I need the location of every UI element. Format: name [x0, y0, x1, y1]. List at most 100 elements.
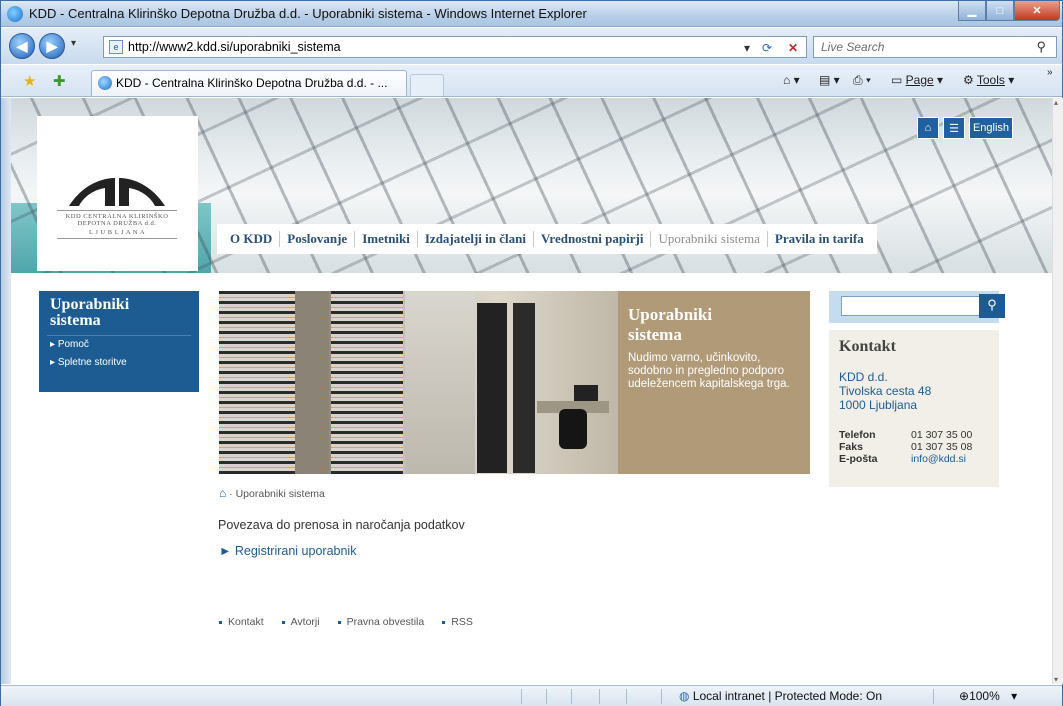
- scroll-down-icon[interactable]: ▾: [1054, 675, 1058, 684]
- breadcrumb-current: Uporabniki sistema: [235, 488, 325, 500]
- forward-button[interactable]: ▶: [39, 33, 65, 59]
- vertical-scrollbar[interactable]: ▴ ▾: [1052, 98, 1063, 684]
- english-link[interactable]: English: [969, 117, 1013, 139]
- hero-monitor: [574, 385, 598, 401]
- browser-tab[interactable]: KDD - Centralna Klirinško Depotna Družba…: [91, 70, 407, 96]
- hero-image: [219, 291, 618, 474]
- zoom-level: 100%: [969, 689, 1000, 703]
- menu-uporabniki-sistema[interactable]: Uporabniki sistema: [651, 231, 768, 247]
- back-button[interactable]: ◀: [9, 33, 35, 59]
- footer-link-avtorji[interactable]: Avtorji: [281, 616, 320, 628]
- section-sidebar: Uporabniki sistema ▸ Pomoč ▸ Spletne stor…: [39, 291, 199, 392]
- hero-rack: [331, 291, 403, 474]
- kontakt-email-link[interactable]: info@kdd.si: [911, 453, 966, 465]
- address-field[interactable]: e http://www2.kdd.si/uporabniki_sistema …: [103, 36, 807, 58]
- header-banner: KDD CENTRALNA KLIRINŠKO DEPOTNA DRUŽBA d…: [11, 98, 1052, 273]
- hero-title-line2: sistema: [628, 325, 682, 344]
- home-icon[interactable]: ⌂: [219, 486, 226, 500]
- hero-title-line1: Uporabniki: [628, 305, 713, 324]
- hero-text: Nudimo varno, učinkovito, sodobno in pre…: [628, 352, 790, 390]
- favorites-star-icon[interactable]: ★: [23, 72, 36, 90]
- title-bar: KDD - Centralna Klirinško Depotna Družba…: [1, 1, 1062, 27]
- security-zone[interactable]: ◍ Local intranet | Protected Mode: On: [679, 689, 882, 703]
- minimize-button[interactable]: ▁: [958, 1, 986, 21]
- print-icon[interactable]: ⎙ ▾: [853, 73, 871, 88]
- footer-link-label: RSS: [451, 616, 473, 628]
- menu-poslovanje[interactable]: Poslovanje: [280, 231, 356, 247]
- logo-text-line2: DEPOTNA DRUŽBA d.d.: [77, 220, 157, 227]
- logo-mark-icon: [69, 178, 165, 206]
- home-icon[interactable]: ⌂: [917, 117, 939, 139]
- footer-link-pravna-obvestila[interactable]: Pravna obvestila: [337, 616, 425, 628]
- kontakt-fax: 01 307 35 08: [911, 441, 973, 453]
- kontakt-box: Kontakt KDD d.d. Tivolska cesta 48 1000 …: [829, 330, 999, 487]
- new-tab-button[interactable]: [410, 74, 444, 96]
- sidebar-item-pomoc[interactable]: ▸ Pomoč: [50, 339, 89, 350]
- registered-user-link[interactable]: ► Registrirani uporabnik: [219, 544, 356, 558]
- sidebar-title-line1: Uporabniki: [50, 296, 130, 313]
- kontakt-address-line: 1000 Ljubljana: [839, 398, 918, 412]
- kontakt-address-line: KDD d.d.: [839, 370, 888, 384]
- kontakt-fax-row: Faks 01 307 35 08: [839, 441, 972, 453]
- status-divider: [933, 689, 934, 704]
- search-icon[interactable]: ⚲: [1036, 39, 1046, 55]
- maximize-button[interactable]: □: [986, 1, 1014, 21]
- address-dropdown-icon[interactable]: ▾: [744, 41, 750, 55]
- scroll-up-icon[interactable]: ▴: [1054, 98, 1058, 107]
- kontakt-address: KDD d.d. Tivolska cesta 48 1000 Ljubljan…: [839, 370, 931, 412]
- stop-icon[interactable]: ✕: [788, 41, 798, 55]
- footer-link-label: Pravna obvestila: [346, 616, 425, 628]
- menu-imetniki[interactable]: Imetniki: [355, 231, 418, 247]
- address-bar: ◀ ▶ ▾ e http://www2.kdd.si/uporabniki_si…: [1, 28, 1062, 64]
- kdd-logo[interactable]: KDD CENTRALNA KLIRINŠKO DEPOTNA DRUŽBA d…: [37, 116, 198, 271]
- hero-title: Uporabniki sistema: [628, 305, 712, 345]
- status-divider: [599, 689, 600, 704]
- header-tools: ⌂ ☰ English: [917, 117, 1013, 139]
- main-menu: O KDD Poslovanje Imetniki Izdajatelji in…: [217, 224, 877, 254]
- hero-chair: [559, 409, 587, 449]
- hero-rack-gap: [295, 291, 329, 474]
- chevron-more-icon[interactable]: »: [1047, 67, 1053, 78]
- page-menu-label: Page: [905, 73, 934, 87]
- search-icon: ⚲: [987, 297, 997, 312]
- zoom-control[interactable]: ⊕100% ▾: [959, 689, 1017, 703]
- registered-user-label: Registrirani uporabnik: [234, 544, 357, 558]
- footer-link-kontakt[interactable]: Kontakt: [219, 616, 264, 628]
- hero-blurb: Uporabniki sistema Nudimo varno, učinkovi…: [618, 291, 810, 474]
- feeds-icon[interactable]: ▤ ▾: [819, 73, 840, 87]
- status-divider: [571, 689, 572, 704]
- menu-izdajatelji[interactable]: Izdajatelji in člani: [418, 231, 534, 247]
- menu-pravila-in-tarifa[interactable]: Pravila in tarifa: [768, 231, 871, 247]
- menu-o-kdd[interactable]: O KDD: [223, 231, 281, 247]
- status-divider: [546, 689, 547, 704]
- hero-cabinet: [405, 291, 475, 474]
- sidebar-item-spletne-storitve[interactable]: ▸ Spletne storitve: [50, 357, 127, 368]
- kontakt-email-row: E-pošta info@kdd.si: [839, 453, 966, 465]
- window-controls: ▁ □ ✕: [958, 1, 1060, 21]
- chevron-down-icon: ▾: [1011, 689, 1018, 703]
- add-favorites-icon[interactable]: ✚: [53, 72, 66, 90]
- status-divider: [521, 689, 522, 704]
- sidebar-divider: [47, 335, 191, 336]
- window-title: KDD - Centralna Klirinško Depotna Družba…: [29, 6, 587, 21]
- logo-text-line3: L J U B L J A N A: [57, 229, 177, 239]
- kontakt-fax-label: Faks: [839, 441, 863, 453]
- home-icon[interactable]: ⌂ ▾: [783, 73, 800, 87]
- breadcrumb: ⌂ · Uporabniki sistema: [219, 486, 325, 500]
- site-search-input[interactable]: [841, 296, 985, 316]
- page-menu[interactable]: ▭ Page ▾: [891, 73, 943, 87]
- refresh-icon[interactable]: ⟳: [762, 41, 772, 55]
- tools-menu[interactable]: ⚙ Tools ▾: [963, 73, 1014, 87]
- kontakt-phone-row: Telefon 01 307 35 00: [839, 429, 972, 441]
- page-viewport: KDD CENTRALNA KLIRINŠKO DEPOTNA DRUŽBA d…: [11, 98, 1052, 684]
- recent-pages-dropdown-icon[interactable]: ▾: [71, 38, 76, 49]
- close-button[interactable]: ✕: [1014, 1, 1060, 21]
- kontakt-phone-label: Telefon: [839, 429, 876, 441]
- footer-link-rss[interactable]: RSS: [442, 616, 473, 628]
- sitemap-icon[interactable]: ☰: [943, 117, 965, 139]
- site-search-button[interactable]: ⚲: [979, 294, 1005, 318]
- search-field[interactable]: Live Search ⚲: [813, 36, 1057, 58]
- url-text: http://www2.kdd.si/uporabniki_sistema: [128, 40, 341, 54]
- sidebar-item-label: Spletne storitve: [57, 357, 127, 368]
- menu-vrednostni-papirji[interactable]: Vrednostni papirji: [534, 231, 652, 247]
